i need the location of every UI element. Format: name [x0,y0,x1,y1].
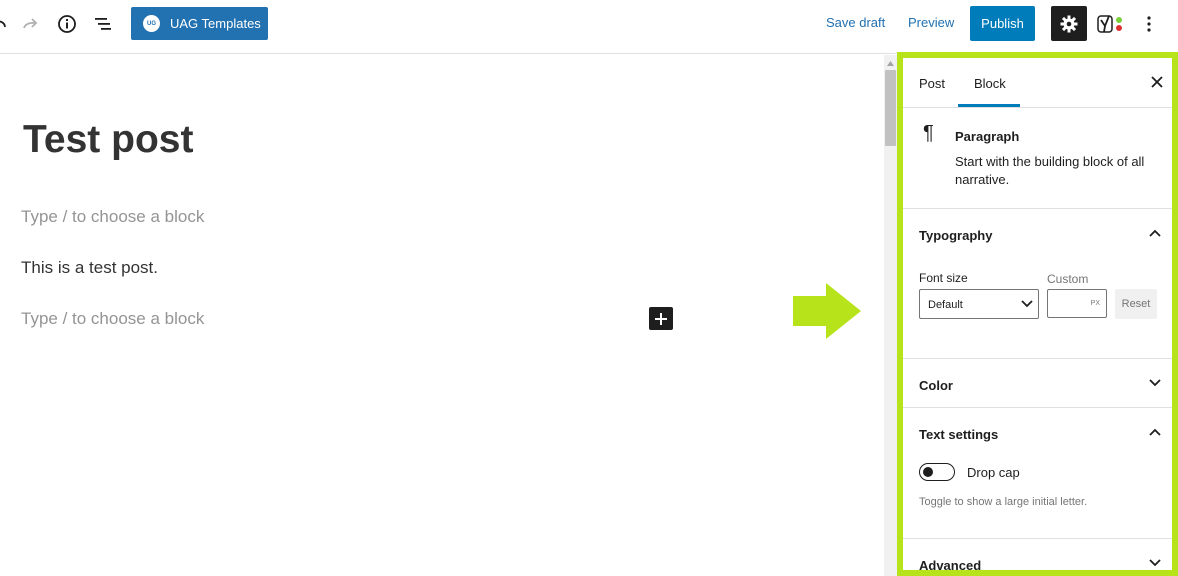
chevron-up-icon[interactable] [1145,223,1165,243]
drop-cap-help-text: Toggle to show a large initial letter. [919,496,1088,508]
chevron-up-icon[interactable] [1145,422,1165,442]
font-size-select[interactable]: Default [919,289,1039,319]
undo-icon[interactable] [0,12,12,36]
unit-label: PX [1090,300,1100,307]
text-settings-panel: Text settings Drop cap Toggle to show a … [903,408,1172,539]
chevron-down-icon[interactable] [1145,373,1165,393]
block-card: ¶ Paragraph Start with the building bloc… [903,108,1172,209]
chevron-down-icon [1020,296,1034,313]
advanced-panel: Advanced [903,539,1172,570]
plus-icon [655,312,667,325]
toggle-knob [923,467,933,477]
more-vertical-icon[interactable] [1137,12,1161,36]
color-panel: Color [903,359,1172,408]
redo-icon[interactable] [19,12,43,36]
editor-toolbar: UG UAG Templates Save draft Preview Publ… [0,0,1178,54]
settings-sidebar: Post Block ¶ Paragraph Start with the bu… [897,52,1178,576]
close-icon [1151,76,1163,88]
post-title[interactable]: Test post [23,118,193,162]
settings-button[interactable] [1051,6,1087,41]
block-placeholder[interactable]: Type / to choose a block [21,309,204,329]
typography-panel-toggle[interactable]: Typography [919,228,992,243]
custom-size-label: Custom [1047,272,1089,286]
pilcrow-icon: ¶ [923,122,934,144]
active-tab-indicator [958,104,1020,107]
scrollbar-thumb[interactable] [885,70,896,146]
chevron-down-icon[interactable] [1145,553,1165,570]
advanced-panel-toggle[interactable]: Advanced [919,558,981,570]
uag-templates-button[interactable]: UG UAG Templates [131,7,268,40]
typography-panel: Typography Font size Custom Default PX R… [903,209,1172,359]
scroll-up-arrow-icon[interactable] [884,57,897,69]
color-panel-toggle[interactable]: Color [919,378,953,393]
reset-button[interactable]: Reset [1115,289,1157,319]
list-view-icon[interactable] [91,12,115,36]
drop-cap-toggle[interactable] [919,463,955,481]
sidebar-tabs: Post Block [903,58,1172,108]
gear-icon [1060,15,1078,32]
info-icon[interactable] [55,12,79,36]
preview-button[interactable]: Preview [908,15,954,30]
annotation-arrow-icon [793,283,861,339]
tab-post[interactable]: Post [919,76,945,91]
drop-cap-label: Drop cap [967,465,1020,480]
font-size-label: Font size [919,271,968,285]
block-placeholder[interactable]: Type / to choose a block [21,207,204,227]
save-draft-button[interactable]: Save draft [826,15,885,30]
paragraph-block[interactable]: This is a test post. [21,258,158,278]
uag-logo-icon: UG [143,15,160,32]
tab-block[interactable]: Block [974,76,1006,91]
uag-templates-label: UAG Templates [170,16,261,31]
font-size-select-value: Default [928,299,963,311]
text-settings-panel-toggle[interactable]: Text settings [919,427,998,442]
custom-font-size-input[interactable]: PX [1047,289,1107,318]
publish-button[interactable]: Publish [970,6,1035,41]
block-description: Start with the building block of all nar… [955,154,1145,187]
yoast-icon[interactable] [1096,12,1126,36]
block-inserter-button[interactable] [649,307,673,330]
block-name: Paragraph [955,129,1020,144]
close-sidebar-button[interactable] [1147,72,1167,92]
